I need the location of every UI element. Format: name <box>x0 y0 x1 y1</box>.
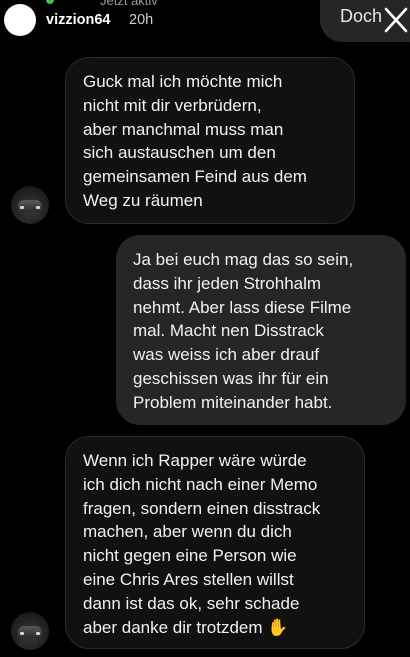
incoming-message-bubble[interactable]: Guck mal ich möchte mich nicht mit dir v… <box>65 57 355 224</box>
avatar-headlight <box>20 206 24 209</box>
timestamp: 20h <box>129 12 154 28</box>
sender-avatar[interactable] <box>11 612 49 650</box>
story-avatar[interactable] <box>4 4 36 36</box>
sender-avatar[interactable] <box>11 186 49 224</box>
username[interactable]: vizzion64 <box>46 12 110 28</box>
close-icon <box>384 7 408 33</box>
active-status-text: Jetzt aktiv <box>100 0 158 8</box>
outgoing-message-bubble[interactable]: Ja bei euch mag das so sein, dass ihr je… <box>116 235 406 425</box>
incoming-message-bubble[interactable]: Wenn ich Rapper wäre würde ich dich nich… <box>65 436 365 649</box>
avatar-headlight <box>36 632 40 635</box>
avatar-headlight <box>36 206 40 209</box>
close-button[interactable] <box>384 7 408 33</box>
active-status-dot <box>46 0 54 4</box>
avatar-headlight <box>20 632 24 635</box>
previous-message-text: Doch <box>340 6 383 26</box>
